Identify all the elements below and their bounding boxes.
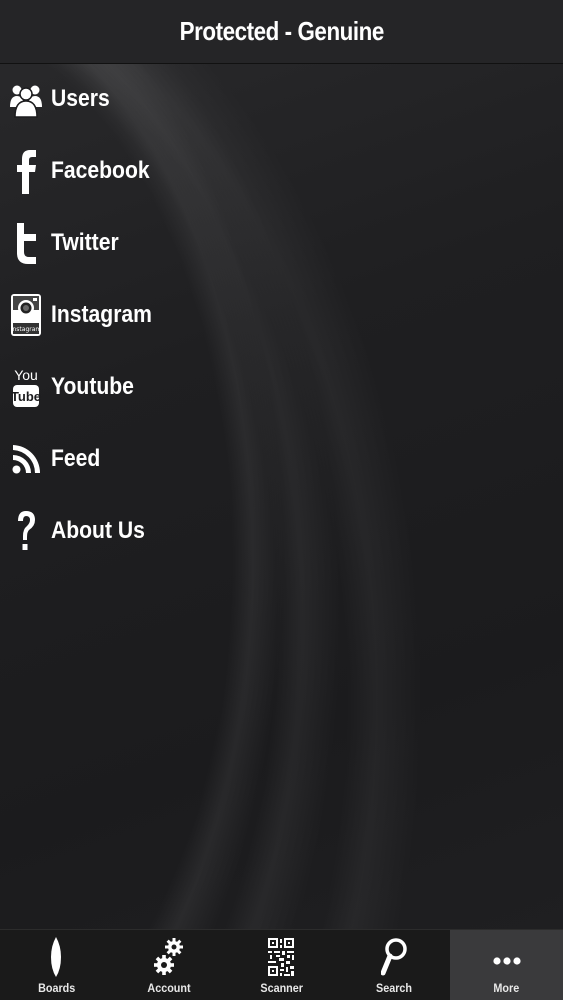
tab-label: Account [147,981,191,995]
menu-item-users[interactable]: Users [0,63,563,135]
menu-item-instagram[interactable]: Instagram Instagram [0,279,563,351]
menu-item-youtube[interactable]: You Tube Youtube [0,351,563,423]
menu-item-label: Feed [51,445,101,472]
tab-account[interactable]: Account [113,930,226,1000]
menu-item-about-us[interactable]: About Us [0,495,563,567]
header-bar: Protected - Genuine [0,0,563,64]
menu-item-twitter[interactable]: Twitter [0,207,563,279]
menu-list: Users Facebook Twitter Instagram Instagr… [0,63,563,567]
tab-boards[interactable]: Boards [0,930,113,1000]
menu-item-facebook[interactable]: Facebook [0,135,563,207]
facebook-icon [10,147,42,195]
menu-item-label: Twitter [51,229,119,256]
tab-search[interactable]: Search [338,930,451,1000]
instagram-icon-text: Instagram [11,326,42,333]
menu-item-label: About Us [51,517,145,544]
menu-item-label: Users [51,85,110,112]
more-dots-icon [492,935,522,979]
menu-item-label: Youtube [51,373,134,400]
rss-feed-icon [10,435,42,483]
magnifier-icon [381,935,407,979]
tab-more[interactable]: More [450,930,563,1000]
youtube-icon-tube-text: Tube [11,389,41,404]
page-title: Protected - Genuine [179,16,384,46]
youtube-icon: You Tube [10,363,42,411]
youtube-icon-you-text: You [14,367,38,383]
twitter-icon [10,219,42,267]
bottom-tab-bar: Boards Account Scanner Search More [0,929,563,1000]
tab-scanner[interactable]: Scanner [225,930,338,1000]
instagram-icon: Instagram [10,291,42,339]
tab-label: Search [376,981,413,995]
menu-item-label: Instagram [51,301,152,328]
menu-item-label: Facebook [51,157,150,184]
tab-label: Scanner [260,981,303,995]
question-mark-icon [10,507,42,555]
app-screen: Protected - Genuine Users Facebook Twitt… [0,0,563,1000]
surfboard-icon [50,935,62,979]
tab-label: Boards [37,981,75,995]
menu-item-feed[interactable]: Feed [0,423,563,495]
qr-code-icon [267,935,295,979]
users-icon [10,75,42,123]
tab-label: More [493,981,520,995]
gears-icon [153,935,184,979]
